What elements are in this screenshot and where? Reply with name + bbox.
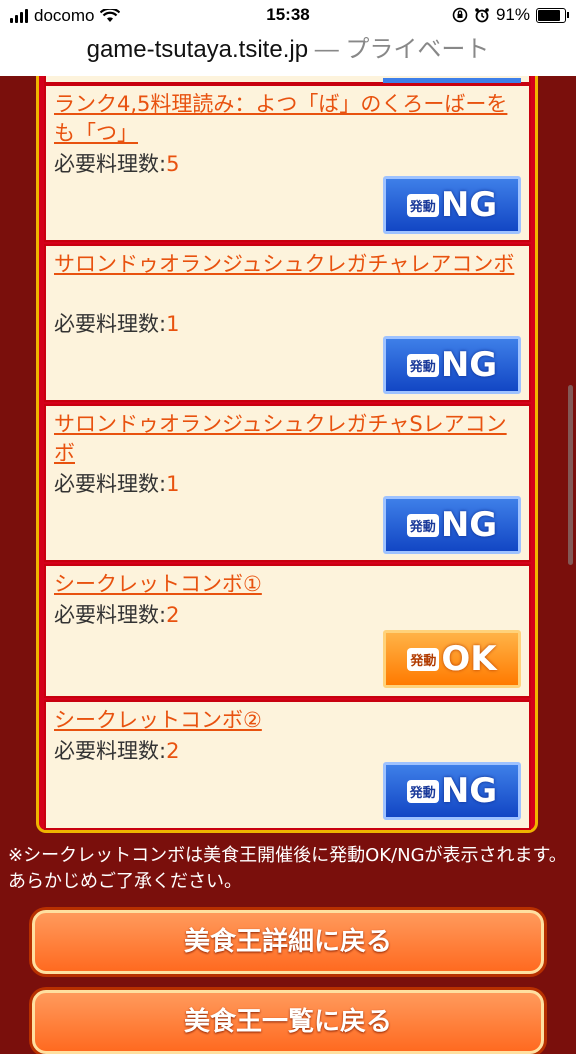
private-label: — プライベート <box>308 36 490 63</box>
required-dishes: 必要料理数:1 <box>54 468 179 498</box>
combo-title-link[interactable]: サロンドゥオランジュシュクレガチャSレアコンボ <box>54 410 524 468</box>
scrollbar[interactable] <box>568 385 573 565</box>
activation-badge: 発動 NG <box>383 762 521 820</box>
required-dishes: 必要料理数:2 <box>54 599 179 629</box>
activation-badge: 発動 NG <box>383 496 521 554</box>
combo-card: サロンドゥオランジュシュクレガチャSレアコンボ 必要料理数:1 発動 NG <box>44 404 531 562</box>
combo-card: サロンドゥオランジュシュクレガチャレアコンボ 必要料理数:1 発動 NG <box>44 244 531 402</box>
activation-badge: 発動 NG <box>383 176 521 234</box>
required-dishes-label: 必要料理数: <box>54 312 167 336</box>
required-dishes-value: 2 <box>166 603 180 627</box>
activation-status: NG <box>440 505 498 545</box>
url-domain: game-tsutaya.tsite.jp <box>86 36 309 63</box>
combo-title-link[interactable]: ランク4,5料理読み：よつ「ば」のくろーばーをも「つ」 <box>54 90 524 148</box>
activation-label: 発動 <box>406 193 439 217</box>
combo-card: シークレットコンボ② 必要料理数:2 発動 NG <box>44 700 531 830</box>
required-dishes-value: 1 <box>166 312 180 336</box>
activation-label: 発動 <box>406 779 439 803</box>
activation-status: NG <box>440 185 498 225</box>
status-right: 91% <box>452 5 569 25</box>
combo-card: シークレットコンボ① 必要料理数:2 発動 OK <box>44 564 531 698</box>
required-dishes: 必要料理数:5 <box>54 148 179 178</box>
back-to-list-button[interactable]: 美食王一覧に戻る <box>32 990 544 1054</box>
combo-title-link[interactable]: サロンドゥオランジュシュクレガチャレアコンボ <box>54 250 524 279</box>
required-dishes-value: 2 <box>166 739 180 763</box>
battery-icon <box>536 7 569 23</box>
back-to-detail-button[interactable]: 美食王詳細に戻る <box>32 910 544 974</box>
required-dishes-value: 1 <box>166 472 180 496</box>
activation-status: NG <box>440 771 498 811</box>
combo-card: ランク4,5料理読み：よつ「ば」のくろーばーをも「つ」 必要料理数:5 発動 NG <box>44 84 531 242</box>
required-dishes: 必要料理数:1 <box>54 308 179 338</box>
activation-label: 発動 <box>406 353 439 377</box>
activation-badge: 発動 NG <box>383 336 521 394</box>
battery-percent: 91% <box>495 5 530 24</box>
required-dishes-value: 5 <box>166 152 180 176</box>
activation-badge: 発動 OK <box>383 630 521 688</box>
required-dishes-label: 必要料理数: <box>54 152 167 176</box>
alarm-icon <box>475 8 489 23</box>
required-dishes: 必要料理数:2 <box>54 735 179 765</box>
activation-label: 発動 <box>406 513 439 537</box>
previous-card-bottom <box>44 76 531 84</box>
combo-title-link[interactable]: シークレットコンボ② <box>54 706 524 735</box>
url-bar[interactable]: game-tsutaya.tsite.jp — プライベート <box>0 30 576 76</box>
activation-status: OK <box>441 639 497 679</box>
secret-combo-note: ※シークレットコンボは美食王開催後に発動OK/NGが表示されます。あらかじめご了… <box>8 845 567 892</box>
rotation-lock-icon <box>452 7 468 23</box>
activation-status: NG <box>440 345 498 385</box>
activation-label: 発動 <box>407 647 440 671</box>
required-dishes-label: 必要料理数: <box>54 739 167 763</box>
combo-title-link[interactable]: シークレットコンボ① <box>54 570 524 599</box>
required-dishes-label: 必要料理数: <box>54 603 167 627</box>
status-bar: docomo 15:38 91% <box>0 0 576 30</box>
required-dishes-label: 必要料理数: <box>54 472 167 496</box>
